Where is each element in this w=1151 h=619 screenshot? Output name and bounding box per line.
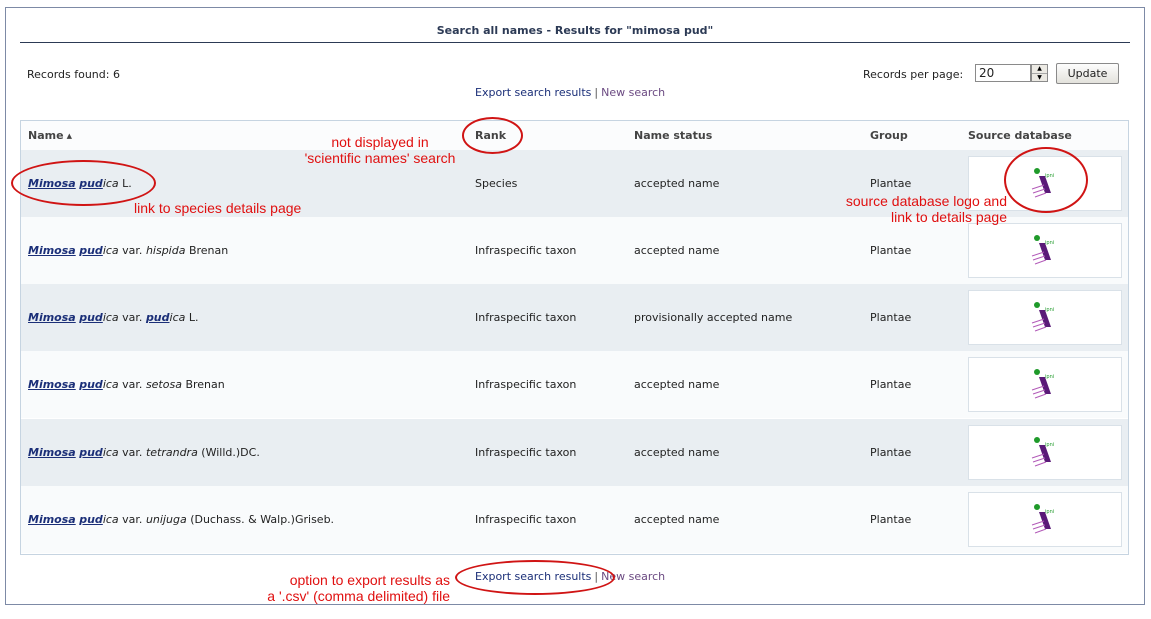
column-header-group: Group — [870, 129, 908, 142]
rank-cell: Infraspecific taxon — [475, 446, 577, 459]
results-table: Name ▲ Rank Name status Group Source data… — [20, 120, 1129, 555]
group-cell: Plantae — [870, 311, 912, 324]
rank-cell: Infraspecific taxon — [475, 311, 577, 324]
name-status-cell: accepted name — [634, 177, 720, 190]
svg-text:ipni: ipni — [1045, 240, 1054, 246]
source-database-logo-link[interactable]: ipni — [968, 425, 1122, 480]
ildis-logo-icon: ipni — [1031, 436, 1054, 466]
group-cell: Plantae — [870, 177, 912, 190]
svg-text:ipni: ipni — [1045, 307, 1054, 313]
records-per-page-input[interactable] — [975, 64, 1031, 82]
name-status-cell: accepted name — [634, 446, 720, 459]
svg-text:ipni: ipni — [1045, 374, 1054, 380]
new-search-link[interactable]: New search — [601, 86, 665, 99]
name-status-cell: accepted name — [634, 378, 720, 391]
rank-cell: Infraspecific taxon — [475, 513, 577, 526]
annotation-ellipse-export — [455, 560, 615, 595]
update-button[interactable]: Update — [1056, 63, 1119, 84]
table-row: Mimosa pudica var. pudica L. Infraspecif… — [21, 284, 1128, 351]
rank-cell: Infraspecific taxon — [475, 378, 577, 391]
taxon-name[interactable]: Mimosa pudica var. hispida Brenan — [28, 244, 228, 257]
ildis-logo-icon: ipni — [1031, 234, 1054, 264]
source-database-logo-link[interactable]: ipni — [968, 223, 1122, 278]
source-database-logo-link[interactable]: ipni — [968, 357, 1122, 412]
table-row: Mimosa pudica var. tetrandra (Willd.)DC.… — [21, 419, 1128, 486]
table-header: Name ▲ Rank Name status Group Source data… — [21, 121, 1128, 150]
records-per-page-spinner[interactable]: ▲ ▼ — [1031, 64, 1048, 82]
annotation-source-logo: source database logo and link to details… — [845, 193, 1007, 225]
column-header-name-status: Name status — [634, 129, 713, 142]
svg-text:ipni: ipni — [1045, 509, 1054, 515]
taxon-name[interactable]: Mimosa pudica var. setosa Brenan — [28, 378, 225, 391]
rank-cell: Infraspecific taxon — [475, 244, 577, 257]
table-row: Mimosa pudica var. hispida Brenan Infras… — [21, 217, 1128, 284]
source-database-logo-link[interactable]: ipni — [968, 492, 1122, 547]
name-status-cell: accepted name — [634, 513, 720, 526]
records-found-count: Records found: 6 — [27, 68, 120, 81]
name-status-cell: accepted name — [634, 244, 720, 257]
source-database-logo-link[interactable]: ipni — [968, 290, 1122, 345]
ildis-logo-icon: ipni — [1031, 503, 1054, 533]
sort-ascending-icon: ▲ — [66, 132, 72, 140]
export-search-results-link[interactable]: Export search results — [475, 86, 591, 99]
taxon-name[interactable]: Mimosa pudica var. unijuga (Duchass. & W… — [28, 513, 334, 526]
group-cell: Plantae — [870, 244, 912, 257]
spin-down-icon[interactable]: ▼ — [1032, 73, 1047, 81]
link-separator: | — [594, 86, 599, 99]
ildis-logo-icon: ipni — [1031, 368, 1054, 398]
annotation-export-option: option to export results as a '.csv' (co… — [267, 572, 450, 604]
name-status-cell: provisionally accepted name — [634, 311, 793, 324]
table-row: Mimosa pudica var. unijuga (Duchass. & W… — [21, 486, 1128, 553]
records-per-page-label: Records per page: — [863, 68, 964, 81]
group-cell: Plantae — [870, 378, 912, 391]
spin-up-icon[interactable]: ▲ — [1032, 65, 1047, 73]
column-header-name[interactable]: Name ▲ — [28, 129, 72, 142]
annotation-ellipse-rank — [462, 117, 523, 154]
taxon-name[interactable]: Mimosa pudica var. pudica L. — [28, 311, 199, 324]
taxon-name[interactable]: Mimosa pudica var. tetrandra (Willd.)DC. — [28, 446, 260, 459]
svg-text:ipni: ipni — [1045, 442, 1054, 448]
annotation-ellipse-logo — [1004, 147, 1088, 213]
ildis-logo-icon: ipni — [1031, 301, 1054, 331]
title-divider — [20, 42, 1130, 43]
group-cell: Plantae — [870, 513, 912, 526]
annotation-not-displayed: not displayed in 'scientific names' sear… — [304, 134, 456, 166]
group-cell: Plantae — [870, 446, 912, 459]
table-row: Mimosa pudica var. setosa Brenan Infrasp… — [21, 351, 1128, 418]
column-header-source-database: Source database — [968, 129, 1072, 142]
export-links-top: Export search results | New search — [475, 86, 665, 99]
rank-cell: Species — [475, 177, 518, 190]
page-title: Search all names - Results for "mimosa p… — [436, 24, 714, 37]
annotation-species-link: link to species details page — [134, 200, 302, 216]
